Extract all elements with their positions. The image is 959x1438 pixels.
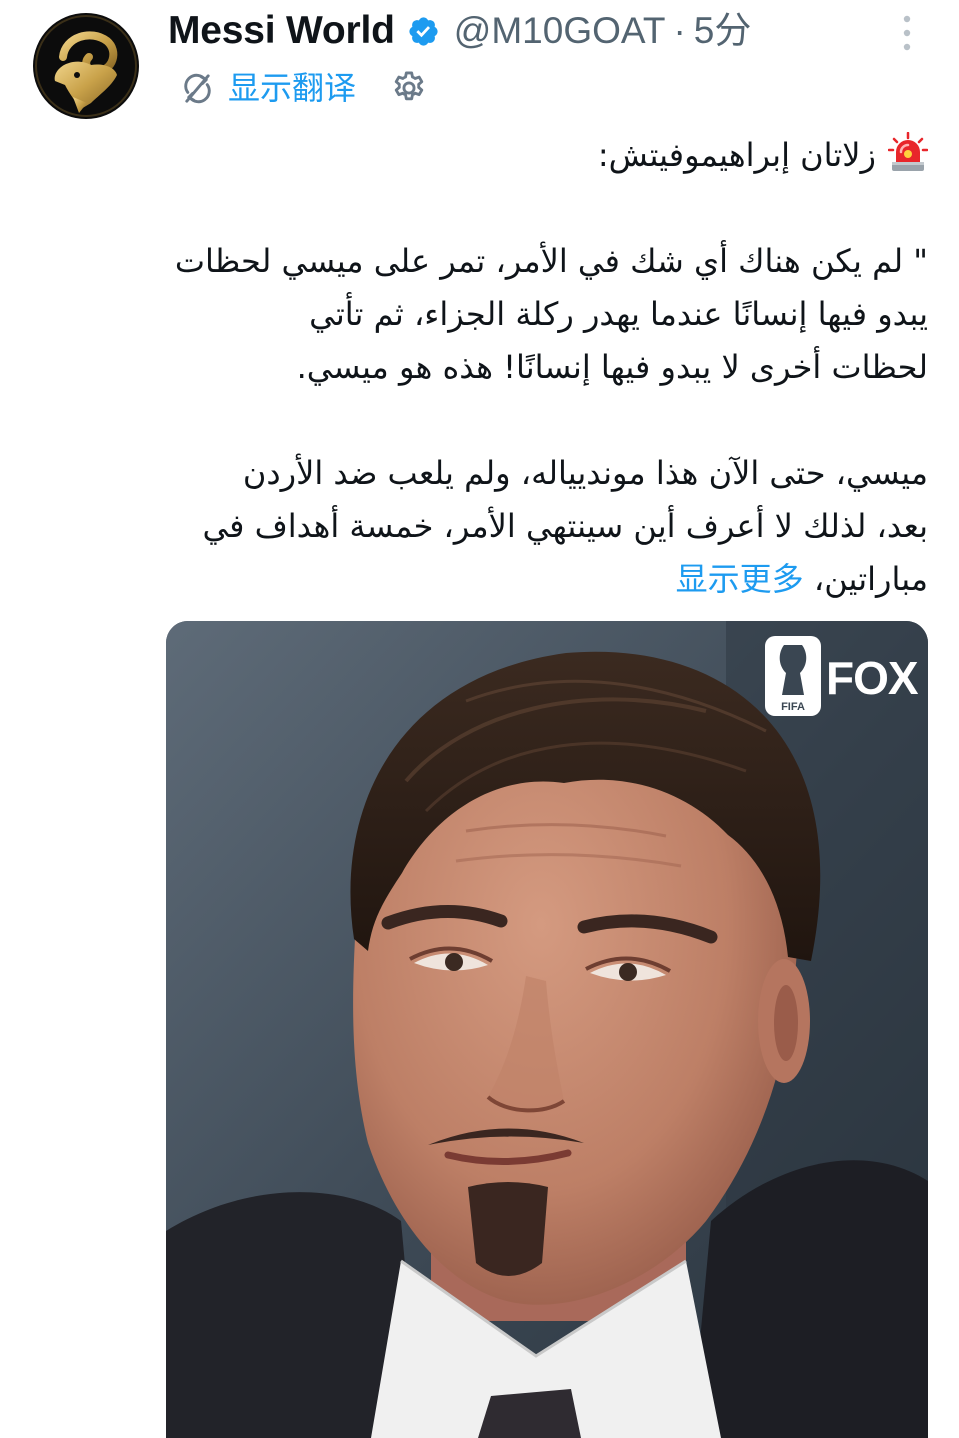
author-handle-meta: @M10GOAT · 5分 (454, 8, 752, 54)
paragraph-line-text: مباراتين، (813, 560, 928, 598)
tweet-media-image[interactable]: FIFA FOX (166, 621, 928, 1438)
quote-line: لحظات أخرى لا يبدو فيها إنسانًا! هذه هو … (296, 348, 928, 386)
author-avatar[interactable] (33, 13, 139, 119)
translate-icon[interactable] (180, 71, 215, 106)
goat-logo-avatar (33, 13, 139, 119)
fox-brand-text: FOX (826, 652, 919, 704)
translate-row: 显示翻译 (180, 69, 428, 107)
tie (478, 1389, 581, 1438)
author-name[interactable]: Messi World (168, 8, 395, 54)
author-row: Messi World @M10GOAT · 5分 (168, 8, 751, 54)
gear-icon[interactable] (390, 69, 428, 107)
tweet-title-text: زلاتان إبراهيموفيتش: (597, 136, 876, 174)
author-handle[interactable]: @M10GOAT (454, 10, 666, 51)
goatee (468, 1182, 548, 1276)
photo-canvas: FIFA FOX (166, 621, 928, 1438)
fifa-badge-text: FIFA (781, 701, 805, 713)
tweet-text: زلاتان إبراهيموفيتش: " لم يكن هناك أي شك… (166, 129, 928, 606)
tweet-timestamp[interactable]: 5分 (694, 10, 752, 51)
show-translation-link[interactable]: 显示翻译 (228, 69, 356, 107)
meta-separator: · (673, 10, 686, 51)
paragraph-line: بعد، لذلك لا أعرف أين سينتهي الأمر، خمسة… (202, 507, 928, 545)
quote-line: يبدو فيها إنسانًا عندما يهدر ركلة الجزاء… (309, 295, 928, 333)
more-vertical-icon[interactable] (896, 14, 918, 52)
siren-emoji-icon (888, 132, 928, 171)
tweet-title-line: زلاتان إبراهيموفيتش: (166, 129, 928, 182)
show-more-link[interactable]: 显示更多 (676, 560, 804, 598)
quote-line: " لم يكن هناك أي شك في الأمر، تمر على مي… (174, 242, 928, 280)
verified-badge-icon[interactable] (407, 15, 440, 48)
paragraph-line: ميسي، حتى الآن هذا مونديياله، ولم يلعب ض… (242, 454, 928, 492)
paragraph-last-line: مباراتين، 显示更多 (166, 553, 928, 606)
